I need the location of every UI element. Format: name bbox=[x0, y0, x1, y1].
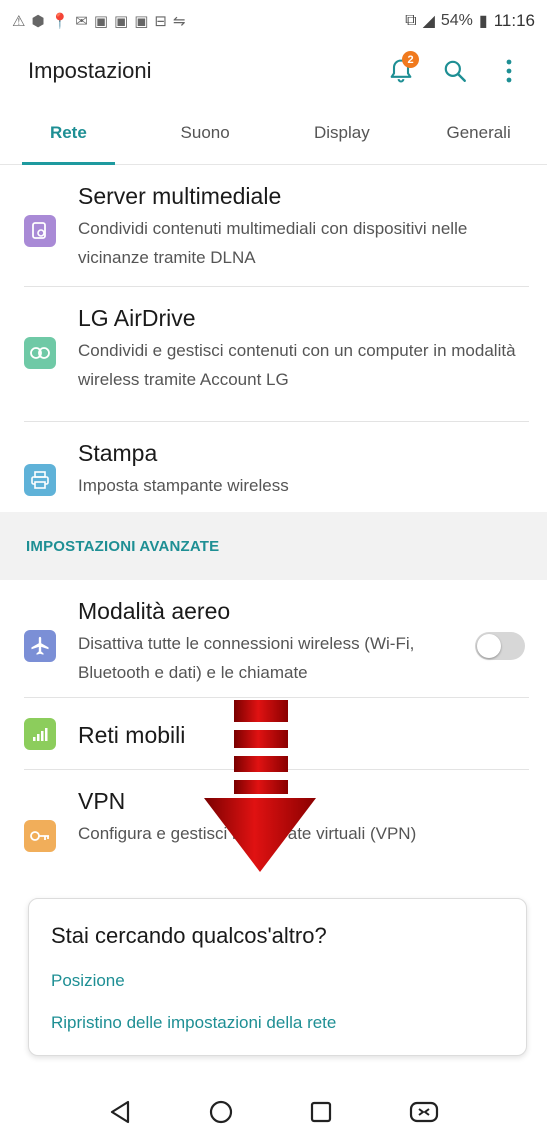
airplane-mode-toggle[interactable] bbox=[475, 632, 525, 660]
list-item-airplane-mode[interactable]: Modalità aereo Disattiva tutte le connes… bbox=[0, 580, 547, 698]
back-button[interactable] bbox=[108, 1099, 132, 1130]
tab-display[interactable]: Display bbox=[274, 102, 411, 164]
notification-button[interactable]: 2 bbox=[385, 51, 419, 87]
item-title: LG AirDrive bbox=[78, 305, 196, 331]
help-card-heading: Stai cercando qualcos'altro? bbox=[51, 923, 327, 948]
recents-icon bbox=[311, 1101, 332, 1123]
recents-button[interactable] bbox=[309, 1100, 333, 1129]
home-button[interactable] bbox=[208, 1099, 234, 1130]
search-button[interactable] bbox=[439, 55, 471, 87]
search-icon bbox=[444, 60, 466, 82]
list-item-media-server[interactable]: Server multimediale Condividi contenuti … bbox=[0, 165, 547, 287]
tab-suono[interactable]: Suono bbox=[137, 102, 274, 164]
dual-window-button[interactable] bbox=[409, 1100, 439, 1129]
tab-generali[interactable]: Generali bbox=[410, 102, 547, 164]
list-item-stampa[interactable]: Stampa Imposta stampante wireless bbox=[0, 422, 547, 512]
more-vert-icon bbox=[506, 59, 512, 83]
link-ripristino-rete[interactable]: Ripristino delle impostazioni della rete bbox=[51, 1013, 504, 1033]
navigation-bar bbox=[0, 1090, 547, 1139]
signal-icon bbox=[24, 718, 56, 750]
list-item-lg-airdrive[interactable]: LG AirDrive Condividi e gestisci contenu… bbox=[0, 287, 547, 422]
location-pin-icon: 📍 bbox=[50, 13, 70, 30]
back-icon bbox=[110, 1100, 129, 1124]
tab-rete[interactable]: Rete bbox=[0, 102, 137, 165]
item-subtitle: Condividi e gestisci contenuti con un co… bbox=[78, 341, 516, 389]
vpn-key-icon bbox=[24, 820, 56, 852]
item-subtitle: Disattiva tutte le connessioni wireless … bbox=[78, 634, 415, 682]
tab-bar: Rete Suono Display Generali bbox=[0, 102, 547, 165]
item-title: Modalità aereo bbox=[78, 598, 231, 624]
notification-badge: 2 bbox=[402, 51, 419, 68]
item-title: Stampa bbox=[78, 440, 158, 466]
gallery-icon: ▣ bbox=[134, 13, 149, 30]
status-bar: ⚠ ⬢ 📍 ✉ ▣ ▣ ▣ ⊟ ⇋ ⧉ ◢ 54% ▮ 11:16 bbox=[0, 0, 547, 42]
signal-strength-icon: ◢ bbox=[422, 13, 435, 30]
warning-icon: ⚠ bbox=[12, 13, 26, 30]
message-icon: ✉ bbox=[75, 13, 88, 30]
status-right: ⧉ ◢ 54% ▮ 11:16 bbox=[405, 11, 535, 31]
status-left-icons: ⚠ ⬢ 📍 ✉ ▣ ▣ ▣ ⊟ ⇋ bbox=[12, 12, 186, 30]
page-title: Impostazioni bbox=[28, 58, 152, 83]
scroll-down-arrow-icon bbox=[204, 700, 316, 872]
battery-icon: ▮ bbox=[478, 13, 488, 30]
airdrive-icon bbox=[24, 337, 56, 369]
clock: 11:16 bbox=[493, 11, 535, 30]
link-posizione[interactable]: Posizione bbox=[51, 971, 504, 991]
printer-icon bbox=[24, 464, 56, 496]
usb-icon: ⇋ bbox=[172, 13, 186, 30]
more-options-button[interactable] bbox=[493, 55, 525, 87]
battery-percent: 54% bbox=[440, 12, 473, 29]
item-title: Server multimediale bbox=[78, 183, 282, 209]
toggle-knob bbox=[477, 634, 501, 658]
dual-window-icon bbox=[410, 1101, 439, 1123]
gallery-icon: ▣ bbox=[93, 13, 109, 30]
nfc-icon: ⧉ bbox=[405, 12, 417, 29]
gallery-icon: ▣ bbox=[114, 13, 129, 30]
shield-icon: ⬢ bbox=[31, 13, 45, 30]
section-header: IMPOSTAZIONI AVANZATE bbox=[0, 512, 547, 580]
home-icon bbox=[209, 1100, 232, 1124]
app-bar-actions: 2 bbox=[385, 51, 525, 87]
airplane-icon bbox=[24, 630, 56, 662]
app-bar: Impostazioni 2 bbox=[0, 42, 547, 100]
item-subtitle: Condividi contenuti multimediali con dis… bbox=[78, 219, 468, 267]
item-subtitle: Imposta stampante wireless bbox=[78, 476, 289, 495]
screenshot-icon: ⊟ bbox=[154, 13, 167, 30]
media-server-icon bbox=[24, 215, 56, 247]
help-card: Stai cercando qualcos'altro? Posizione R… bbox=[28, 898, 527, 1056]
